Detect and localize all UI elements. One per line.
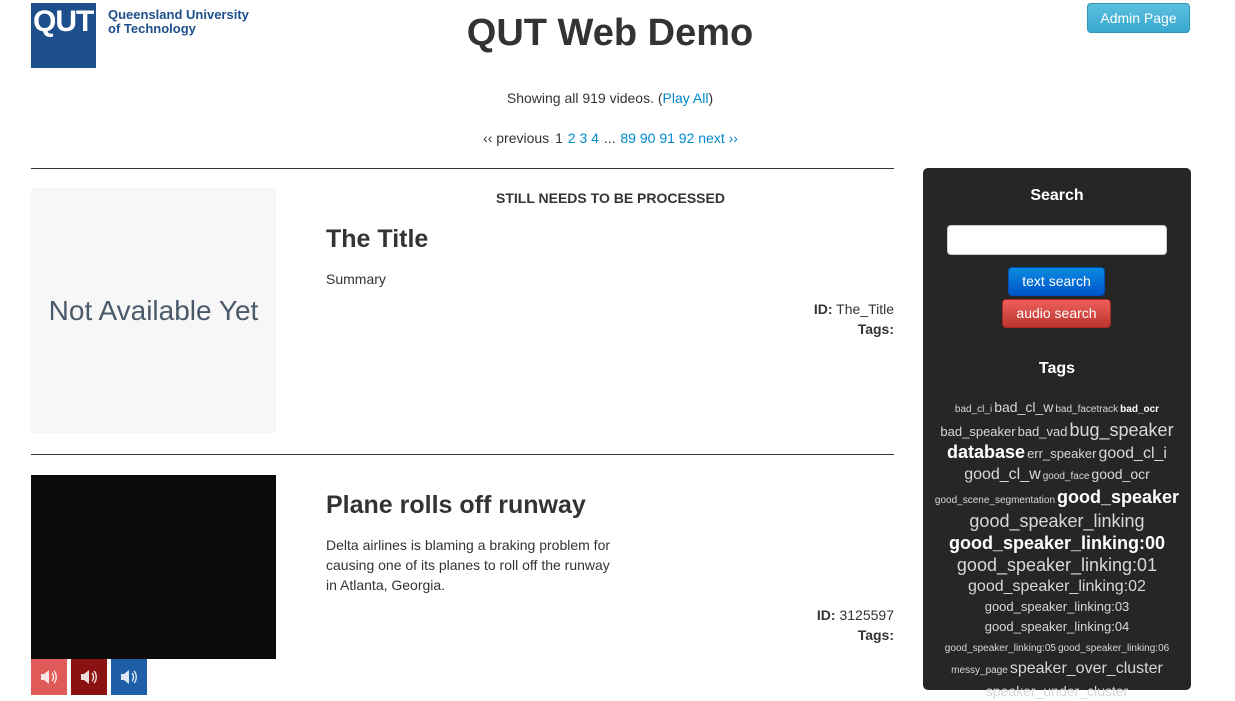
tag-link[interactable]: good_face bbox=[1043, 467, 1090, 487]
video-thumbnail-placeholder[interactable]: Not Available Yet bbox=[31, 188, 276, 433]
video-tags-label: Tags: bbox=[857, 627, 894, 643]
tag-link[interactable]: good_speaker_linking:02 bbox=[968, 577, 1146, 597]
tag-link[interactable]: good_cl_i bbox=[1098, 444, 1167, 464]
video-id-row: ID: 3125597 bbox=[594, 605, 894, 625]
speaker-icon bbox=[41, 670, 57, 684]
video-id-value: The_Title bbox=[836, 301, 894, 317]
tag-link[interactable]: speaker_under_cluster bbox=[986, 681, 1128, 701]
speaker-buttons bbox=[31, 659, 151, 695]
tag-link[interactable]: good_cl_w bbox=[964, 465, 1041, 485]
thumbnail-placeholder-text: Not Available Yet bbox=[48, 294, 259, 326]
page-title: QUT Web Demo bbox=[466, 12, 754, 54]
tag-link[interactable]: bad_cl_i bbox=[955, 400, 992, 420]
tags-heading: Tags bbox=[1038, 360, 1076, 377]
divider bbox=[31, 168, 894, 169]
video-meta: ID: The_Title Tags: bbox=[594, 299, 894, 339]
text-search-button[interactable]: text search bbox=[1008, 267, 1105, 296]
tag-link[interactable]: good_speaker_linking:00 bbox=[949, 533, 1165, 553]
speaker-icon bbox=[121, 670, 137, 684]
tag-link[interactable]: bad_speaker bbox=[940, 422, 1015, 442]
video-id-label: ID: bbox=[816, 607, 836, 623]
video-tags-row: Tags: bbox=[594, 319, 894, 339]
pager-previous: ‹‹ previous bbox=[483, 130, 550, 146]
tag-link[interactable]: good_speaker bbox=[1057, 487, 1179, 507]
video-count-text: Showing all 919 videos. (Play All) bbox=[0, 90, 1220, 106]
tag-link[interactable]: bad_facetrack bbox=[1055, 400, 1118, 420]
pager-page-link[interactable]: 3 bbox=[579, 130, 587, 146]
divider bbox=[31, 454, 894, 455]
video-title[interactable]: Plane rolls off runway bbox=[326, 491, 586, 520]
video-thumbnail[interactable] bbox=[31, 475, 276, 659]
video-count-prefix: Showing all 919 videos. ( bbox=[506, 90, 663, 106]
pager-ellipsis: ... bbox=[603, 130, 616, 146]
video-meta: ID: 3125597 Tags: bbox=[594, 605, 894, 645]
tag-link[interactable]: database bbox=[947, 442, 1025, 462]
pagination: ‹‹ previous 1 2 3 4 ... 89 90 91 92 next… bbox=[0, 130, 1220, 146]
tag-link[interactable]: bad_vad bbox=[1018, 422, 1068, 442]
video-item: Plane rolls off runway Delta airlines is… bbox=[31, 475, 894, 697]
tag-link[interactable]: good_speaker_linking:05 bbox=[945, 639, 1056, 659]
video-item: Not Available Yet STILL NEEDS TO BE PROC… bbox=[31, 188, 894, 434]
speaker-button[interactable] bbox=[111, 659, 147, 695]
video-title[interactable]: The Title bbox=[326, 225, 428, 254]
tag-cloud: bad_cl_i bad_cl_w bad_facetrack bad_ocr bad… bbox=[923, 397, 1191, 701]
speaker-button[interactable] bbox=[71, 659, 107, 695]
video-tags-label: Tags: bbox=[857, 321, 894, 337]
video-summary: Delta airlines is blaming a braking prob… bbox=[326, 537, 611, 593]
pager-page-link[interactable]: 89 bbox=[620, 130, 636, 146]
tag-link[interactable]: good_speaker_linking:03 bbox=[985, 597, 1130, 617]
search-heading: Search bbox=[1030, 187, 1084, 204]
pager-page-link[interactable]: 91 bbox=[659, 130, 675, 146]
tag-link[interactable]: bad_cl_w bbox=[994, 397, 1053, 417]
tag-link[interactable]: messy_page bbox=[951, 661, 1008, 681]
tag-link[interactable]: good_speaker_linking:06 bbox=[1058, 639, 1169, 659]
pager-page-link[interactable]: 2 bbox=[568, 130, 576, 146]
tag-link[interactable]: good_speaker_linking:04 bbox=[985, 617, 1130, 637]
tag-link[interactable]: good_scene_segmentation bbox=[935, 491, 1055, 511]
speaker-button[interactable] bbox=[31, 659, 67, 695]
pager-page-link[interactable]: 4 bbox=[591, 130, 599, 146]
pager-next[interactable]: next ›› bbox=[698, 130, 738, 146]
video-count-suffix: ) bbox=[708, 90, 714, 106]
video-id-row: ID: The_Title bbox=[594, 299, 894, 319]
video-id-label: ID: bbox=[813, 301, 833, 317]
video-summary: Summary bbox=[326, 271, 386, 287]
tag-link[interactable]: speaker_over_cluster bbox=[1010, 659, 1163, 679]
play-all-link[interactable]: Play All bbox=[663, 90, 709, 106]
tag-link[interactable]: good_speaker_linking bbox=[969, 511, 1144, 531]
video-tags-row: Tags: bbox=[594, 625, 894, 645]
pager-page-link[interactable]: 92 bbox=[679, 130, 695, 146]
tag-link[interactable]: err_speaker bbox=[1027, 444, 1096, 464]
video-id-value: 3125597 bbox=[839, 607, 894, 623]
search-input[interactable] bbox=[947, 225, 1167, 255]
search-sidebar: Search text search audio search Tags bad… bbox=[923, 168, 1191, 699]
audio-search-button[interactable]: audio search bbox=[1002, 299, 1111, 328]
tag-link[interactable]: bug_speaker bbox=[1069, 420, 1173, 440]
speaker-icon bbox=[81, 670, 97, 684]
admin-page-button[interactable]: Admin Page bbox=[1087, 3, 1190, 33]
tag-link[interactable]: good_speaker_linking:01 bbox=[957, 555, 1157, 575]
pager-current-page: 1 bbox=[555, 130, 563, 146]
tag-link[interactable]: bad_ocr bbox=[1120, 400, 1159, 420]
pager-page-link[interactable]: 90 bbox=[640, 130, 656, 146]
processing-status: STILL NEEDS TO BE PROCESSED bbox=[496, 190, 725, 206]
tag-link[interactable]: good_ocr bbox=[1091, 464, 1149, 484]
